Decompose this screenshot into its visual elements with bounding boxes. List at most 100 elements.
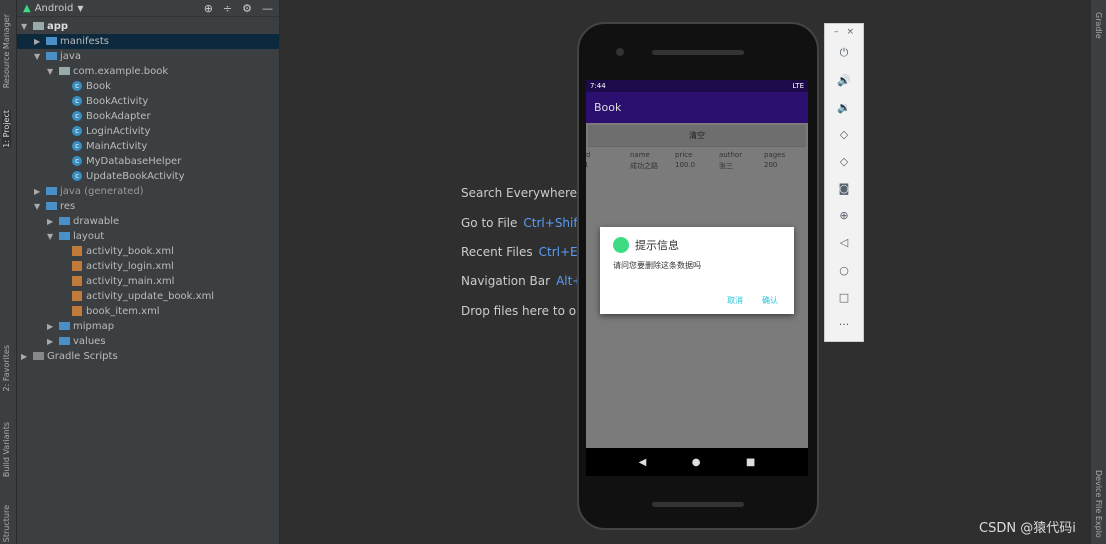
cell: 100.0 <box>675 161 696 169</box>
collapsed-arrow-icon[interactable]: ▶ <box>47 334 59 349</box>
confirm-dialog: 提示信息 请问您要删除这条数据吗 取消 确认 <box>600 227 794 314</box>
status-time: 7:44 <box>590 82 606 90</box>
build-variants-tab[interactable]: Build Variants <box>2 422 11 477</box>
folder-icon <box>46 187 57 195</box>
tree-item[interactable]: ▶ manifests <box>17 34 279 49</box>
minimize-icon[interactable]: – <box>834 27 847 37</box>
expanded-arrow-icon[interactable]: ▼ <box>34 49 46 64</box>
collapsed-arrow-icon[interactable]: ▶ <box>47 319 59 334</box>
tree-item-label: java (generated) <box>60 186 144 197</box>
tree-item-label: java <box>60 51 81 62</box>
locate-icon[interactable]: ⊕ <box>204 2 213 15</box>
tree-item[interactable]: ▶ drawable <box>17 214 279 229</box>
folder-icon <box>46 202 57 210</box>
project-view-selector[interactable]: Android <box>35 3 74 14</box>
collapsed-arrow-icon[interactable]: ▶ <box>21 349 33 364</box>
confirm-button[interactable]: 确认 <box>762 295 778 306</box>
tree-item[interactable]: c LoginActivity <box>17 124 279 139</box>
rotate-right-icon[interactable]: ◇ <box>825 155 863 168</box>
device-file-explorer-tab[interactable]: Device File Explo <box>1094 470 1103 538</box>
column-header: author <box>719 151 743 159</box>
hint-label: Drop files here to op <box>461 304 584 318</box>
chevron-down-icon[interactable]: ▼ <box>77 4 83 13</box>
tree-item-label: mipmap <box>73 321 115 332</box>
tree-item-label: LoginActivity <box>86 126 151 137</box>
collapsed-arrow-icon[interactable]: ▶ <box>34 184 46 199</box>
right-tool-stripe: Gradle Device File Explo <box>1090 0 1106 544</box>
home-icon[interactable]: ● <box>692 457 701 468</box>
cell: 200 <box>764 161 778 169</box>
dialog-message: 请问您要删除这条数据吗 <box>613 261 701 270</box>
tree-item-label: book_item.xml <box>86 306 160 317</box>
tree-item[interactable]: ▼ com.example.book <box>17 64 279 79</box>
tree-item-label: Book <box>86 81 111 92</box>
tree-item[interactable]: ▼ app <box>17 19 279 34</box>
back-icon[interactable]: ◀ <box>639 457 647 468</box>
project-tab[interactable]: 1: Project <box>2 110 11 148</box>
cell: 1 <box>586 161 589 169</box>
tree-item[interactable]: activity_login.xml <box>17 259 279 274</box>
tree-item-label: UpdateBookActivity <box>86 171 185 182</box>
favorites-tab[interactable]: 2: Favorites <box>2 345 11 391</box>
tree-item-label: manifests <box>60 36 109 47</box>
back-icon[interactable]: ◁ <box>825 236 863 249</box>
collapse-icon[interactable]: ÷ <box>223 2 232 15</box>
home-icon[interactable]: ○ <box>825 264 863 277</box>
watermark: CSDN @猿代码i <box>979 521 1076 536</box>
zoom-icon[interactable]: ⊕ <box>825 209 863 222</box>
class-icon: c <box>72 96 82 106</box>
overview-icon[interactable]: □ <box>825 291 863 304</box>
class-icon: c <box>72 111 82 121</box>
tree-item[interactable]: ▶ mipmap <box>17 319 279 334</box>
editor-hint: Drop files here to op <box>461 304 584 318</box>
tree-item[interactable]: ▶ Gradle Scripts <box>17 349 279 364</box>
volume-up-icon[interactable]: 🔊 <box>825 74 863 87</box>
clear-button[interactable]: 清空 <box>588 125 806 147</box>
tree-item[interactable]: ▼ layout <box>17 229 279 244</box>
rotate-left-icon[interactable]: ◇ <box>825 128 863 141</box>
tree-item[interactable]: ▶ values <box>17 334 279 349</box>
expanded-arrow-icon[interactable]: ▼ <box>21 19 33 34</box>
tree-item[interactable]: c MyDatabaseHelper <box>17 154 279 169</box>
more-icon[interactable]: ··· <box>825 318 863 331</box>
tree-item[interactable]: ▼ res <box>17 199 279 214</box>
xml-file-icon <box>72 246 82 256</box>
tree-item[interactable]: c MainActivity <box>17 139 279 154</box>
close-icon[interactable]: × <box>846 27 862 37</box>
editor-hint: Recent Files Ctrl+E <box>461 245 578 259</box>
tree-item[interactable]: activity_book.xml <box>17 244 279 259</box>
tree-item[interactable]: ▼ java <box>17 49 279 64</box>
recents-icon[interactable]: ■ <box>746 457 755 468</box>
gradle-tab[interactable]: Gradle <box>1094 12 1103 39</box>
structure-tab[interactable]: Structure <box>2 505 11 542</box>
gear-icon[interactable]: ⚙ <box>242 2 252 15</box>
expanded-arrow-icon[interactable]: ▼ <box>47 64 59 79</box>
tree-item[interactable]: c BookActivity <box>17 94 279 109</box>
expanded-arrow-icon[interactable]: ▼ <box>34 199 46 214</box>
camera-icon[interactable]: ◙ <box>825 182 863 195</box>
power-icon[interactable]: ⏻ <box>825 46 863 60</box>
folder-icon <box>59 217 70 225</box>
tree-item[interactable]: c UpdateBookActivity <box>17 169 279 184</box>
hint-label: Search Everywhere <box>461 186 577 200</box>
tree-item[interactable]: book_item.xml <box>17 304 279 319</box>
tree-item-label: activity_book.xml <box>86 246 174 257</box>
volume-down-icon[interactable]: 🔉 <box>825 101 863 114</box>
tree-item[interactable]: c BookAdapter <box>17 109 279 124</box>
tree-item-label: MainActivity <box>86 141 148 152</box>
resource-manager-tab[interactable]: Resource Manager <box>2 14 11 88</box>
hint-label: Navigation Bar <box>461 274 551 288</box>
hide-icon[interactable]: — <box>262 2 273 15</box>
column-header: name <box>630 151 650 159</box>
tree-item[interactable]: ▶ java (generated) <box>17 184 279 199</box>
expanded-arrow-icon[interactable]: ▼ <box>47 229 59 244</box>
android-icon <box>613 237 629 253</box>
left-tool-stripe: Resource Manager 1: Project 2: Favorites… <box>0 0 17 544</box>
folder-icon <box>59 67 70 75</box>
tree-item[interactable]: activity_update_book.xml <box>17 289 279 304</box>
cancel-button[interactable]: 取消 <box>727 295 743 306</box>
collapsed-arrow-icon[interactable]: ▶ <box>34 34 46 49</box>
collapsed-arrow-icon[interactable]: ▶ <box>47 214 59 229</box>
tree-item[interactable]: c Book <box>17 79 279 94</box>
tree-item[interactable]: activity_main.xml <box>17 274 279 289</box>
